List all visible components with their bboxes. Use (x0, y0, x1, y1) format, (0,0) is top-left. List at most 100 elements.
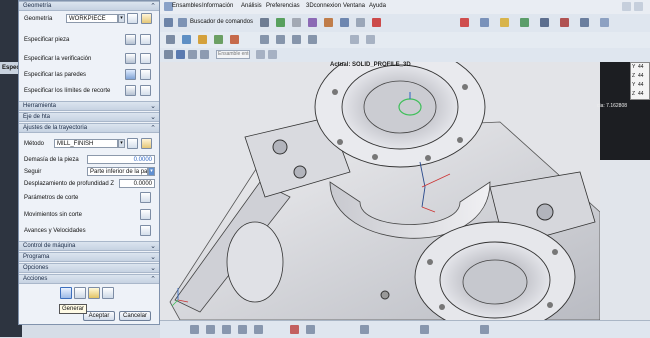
chevron-down-icon[interactable]: ▾ (118, 14, 125, 23)
edit-method-icon[interactable] (141, 138, 152, 149)
section-program[interactable]: Programa ⌄ (19, 252, 159, 262)
undo-icon[interactable] (164, 18, 173, 27)
create-operation-icon[interactable] (230, 35, 239, 44)
type-filter-icon[interactable] (176, 50, 185, 59)
snap-pole-icon[interactable] (480, 325, 489, 334)
toolpath-icon[interactable] (520, 18, 529, 27)
trim-boundary-icon[interactable] (125, 85, 136, 96)
snap-end-icon[interactable] (268, 50, 277, 59)
section-icon[interactable] (356, 18, 365, 27)
verify-icon[interactable] (540, 18, 549, 27)
filter-icon[interactable] (366, 35, 375, 44)
section-machine-control[interactable]: Control de máquina ⌄ (19, 241, 159, 251)
wall-geometry-icon[interactable] (125, 69, 136, 80)
section-options[interactable]: Opciones ⌄ (19, 263, 159, 273)
menu-ventana[interactable]: Ventana (343, 3, 365, 9)
accept-button[interactable]: Aceptar (83, 311, 115, 321)
command-finder-label[interactable]: Buscador de comandos (190, 19, 253, 25)
section-tool[interactable]: Herramienta ⌄ (19, 101, 159, 111)
chevron-down-icon[interactable]: ▾ (118, 139, 125, 148)
coord-axis: Z (632, 91, 636, 97)
menu-informacion[interactable]: Información (202, 3, 233, 9)
selection-scope-dropdown[interactable]: Ensamble entero (216, 50, 250, 59)
stock-input[interactable]: 0.0000 (87, 155, 155, 164)
snap-intersect-icon[interactable] (254, 325, 263, 334)
flashlight-icon[interactable] (140, 53, 151, 64)
flashlight-icon[interactable] (140, 85, 151, 96)
menu-3dconnexion[interactable]: 3Dconnexion (306, 3, 341, 9)
create-method-icon[interactable] (214, 35, 223, 44)
new-geometry-icon[interactable] (127, 13, 138, 24)
create-geometry-icon[interactable] (198, 35, 207, 44)
chevron-down-icon[interactable]: ▾ (148, 167, 155, 176)
menu-preferencias[interactable]: Preferencias (266, 3, 300, 9)
select-icon[interactable] (188, 50, 197, 59)
section-path-settings[interactable]: Ajustes de la trayectoria ⌃ (19, 123, 159, 133)
restore-icon[interactable] (622, 2, 631, 11)
program-view-icon[interactable] (260, 35, 269, 44)
postprocess-icon[interactable] (560, 18, 569, 27)
chevron-down-icon: ⌄ (150, 114, 156, 121)
snap-mid-icon[interactable] (206, 325, 215, 334)
method-select[interactable]: MILL_FINISH (54, 139, 118, 148)
part-icon[interactable] (125, 34, 136, 45)
snap-existing-icon[interactable] (290, 325, 299, 334)
geometry-select[interactable]: WORKPIECE (66, 14, 118, 23)
section-geometry[interactable]: Geometría ⌃ (19, 1, 159, 11)
search-icon[interactable] (178, 18, 187, 27)
section-actions[interactable]: Acciones ⌃ (19, 274, 159, 284)
section-tool-axis[interactable]: Eje de hta ⌄ (19, 112, 159, 122)
menu-icon[interactable] (164, 50, 173, 59)
snap-point-icon[interactable] (360, 325, 369, 334)
graphics-window[interactable] (160, 62, 600, 320)
settings-icon[interactable] (600, 18, 609, 27)
list-button[interactable] (88, 287, 100, 299)
feeds-speeds-icon[interactable] (140, 225, 151, 236)
menu-ayuda[interactable]: Ayuda (369, 3, 386, 9)
tool-view-icon[interactable] (276, 35, 285, 44)
menu-analisis[interactable]: Análisis (241, 3, 262, 9)
depth-offset-input[interactable]: 0.0000 (119, 179, 155, 188)
highlight-icon[interactable] (500, 18, 509, 27)
coord-value: 44 (638, 82, 644, 88)
edit-geometry-icon[interactable] (141, 13, 152, 24)
shade-icon[interactable] (276, 18, 285, 27)
section-tool-label: Herramienta (23, 103, 57, 109)
measure-icon[interactable] (480, 18, 489, 27)
view-icon[interactable] (260, 18, 269, 27)
zoom-icon[interactable] (340, 18, 349, 27)
close-icon[interactable] (634, 2, 643, 11)
shop-docs-icon[interactable] (580, 18, 589, 27)
create-tool-icon[interactable] (182, 35, 191, 44)
specify-trim-label: Especificar los límites de recorte (24, 88, 111, 94)
deselect-icon[interactable] (200, 50, 209, 59)
chevron-up-icon: ⌃ (150, 276, 156, 283)
rotate-icon[interactable] (308, 18, 317, 27)
create-program-icon[interactable] (166, 35, 175, 44)
pan-icon[interactable] (324, 18, 333, 27)
check-geometry-icon[interactable] (125, 53, 136, 64)
snap-quadrant-icon[interactable] (238, 325, 247, 334)
cut-params-icon[interactable] (140, 192, 151, 203)
flashlight-icon[interactable] (140, 69, 151, 80)
geometry-view-icon[interactable] (292, 35, 301, 44)
menu-ensambles[interactable]: Ensambles (172, 3, 202, 9)
snap-point-icon[interactable] (256, 50, 265, 59)
non-cut-moves-icon[interactable] (140, 209, 151, 220)
snap-icon[interactable] (350, 35, 359, 44)
replay-button[interactable] (74, 287, 86, 299)
follow-select[interactable]: Parte inferior de la par (87, 167, 148, 176)
generate-button[interactable] (60, 287, 72, 299)
analysis-icon[interactable] (460, 18, 469, 27)
new-method-icon[interactable] (127, 138, 138, 149)
layer-icon[interactable] (372, 18, 381, 27)
flashlight-icon[interactable] (140, 34, 151, 45)
snap-face-icon[interactable] (306, 325, 315, 334)
fit-icon[interactable] (292, 18, 301, 27)
method-view-icon[interactable] (308, 35, 317, 44)
verify-button[interactable] (102, 287, 114, 299)
snap-arc-icon[interactable] (420, 325, 429, 334)
snap-center-icon[interactable] (222, 325, 231, 334)
snap-end-icon[interactable] (190, 325, 199, 334)
cancel-button[interactable]: Cancelar (119, 311, 151, 321)
